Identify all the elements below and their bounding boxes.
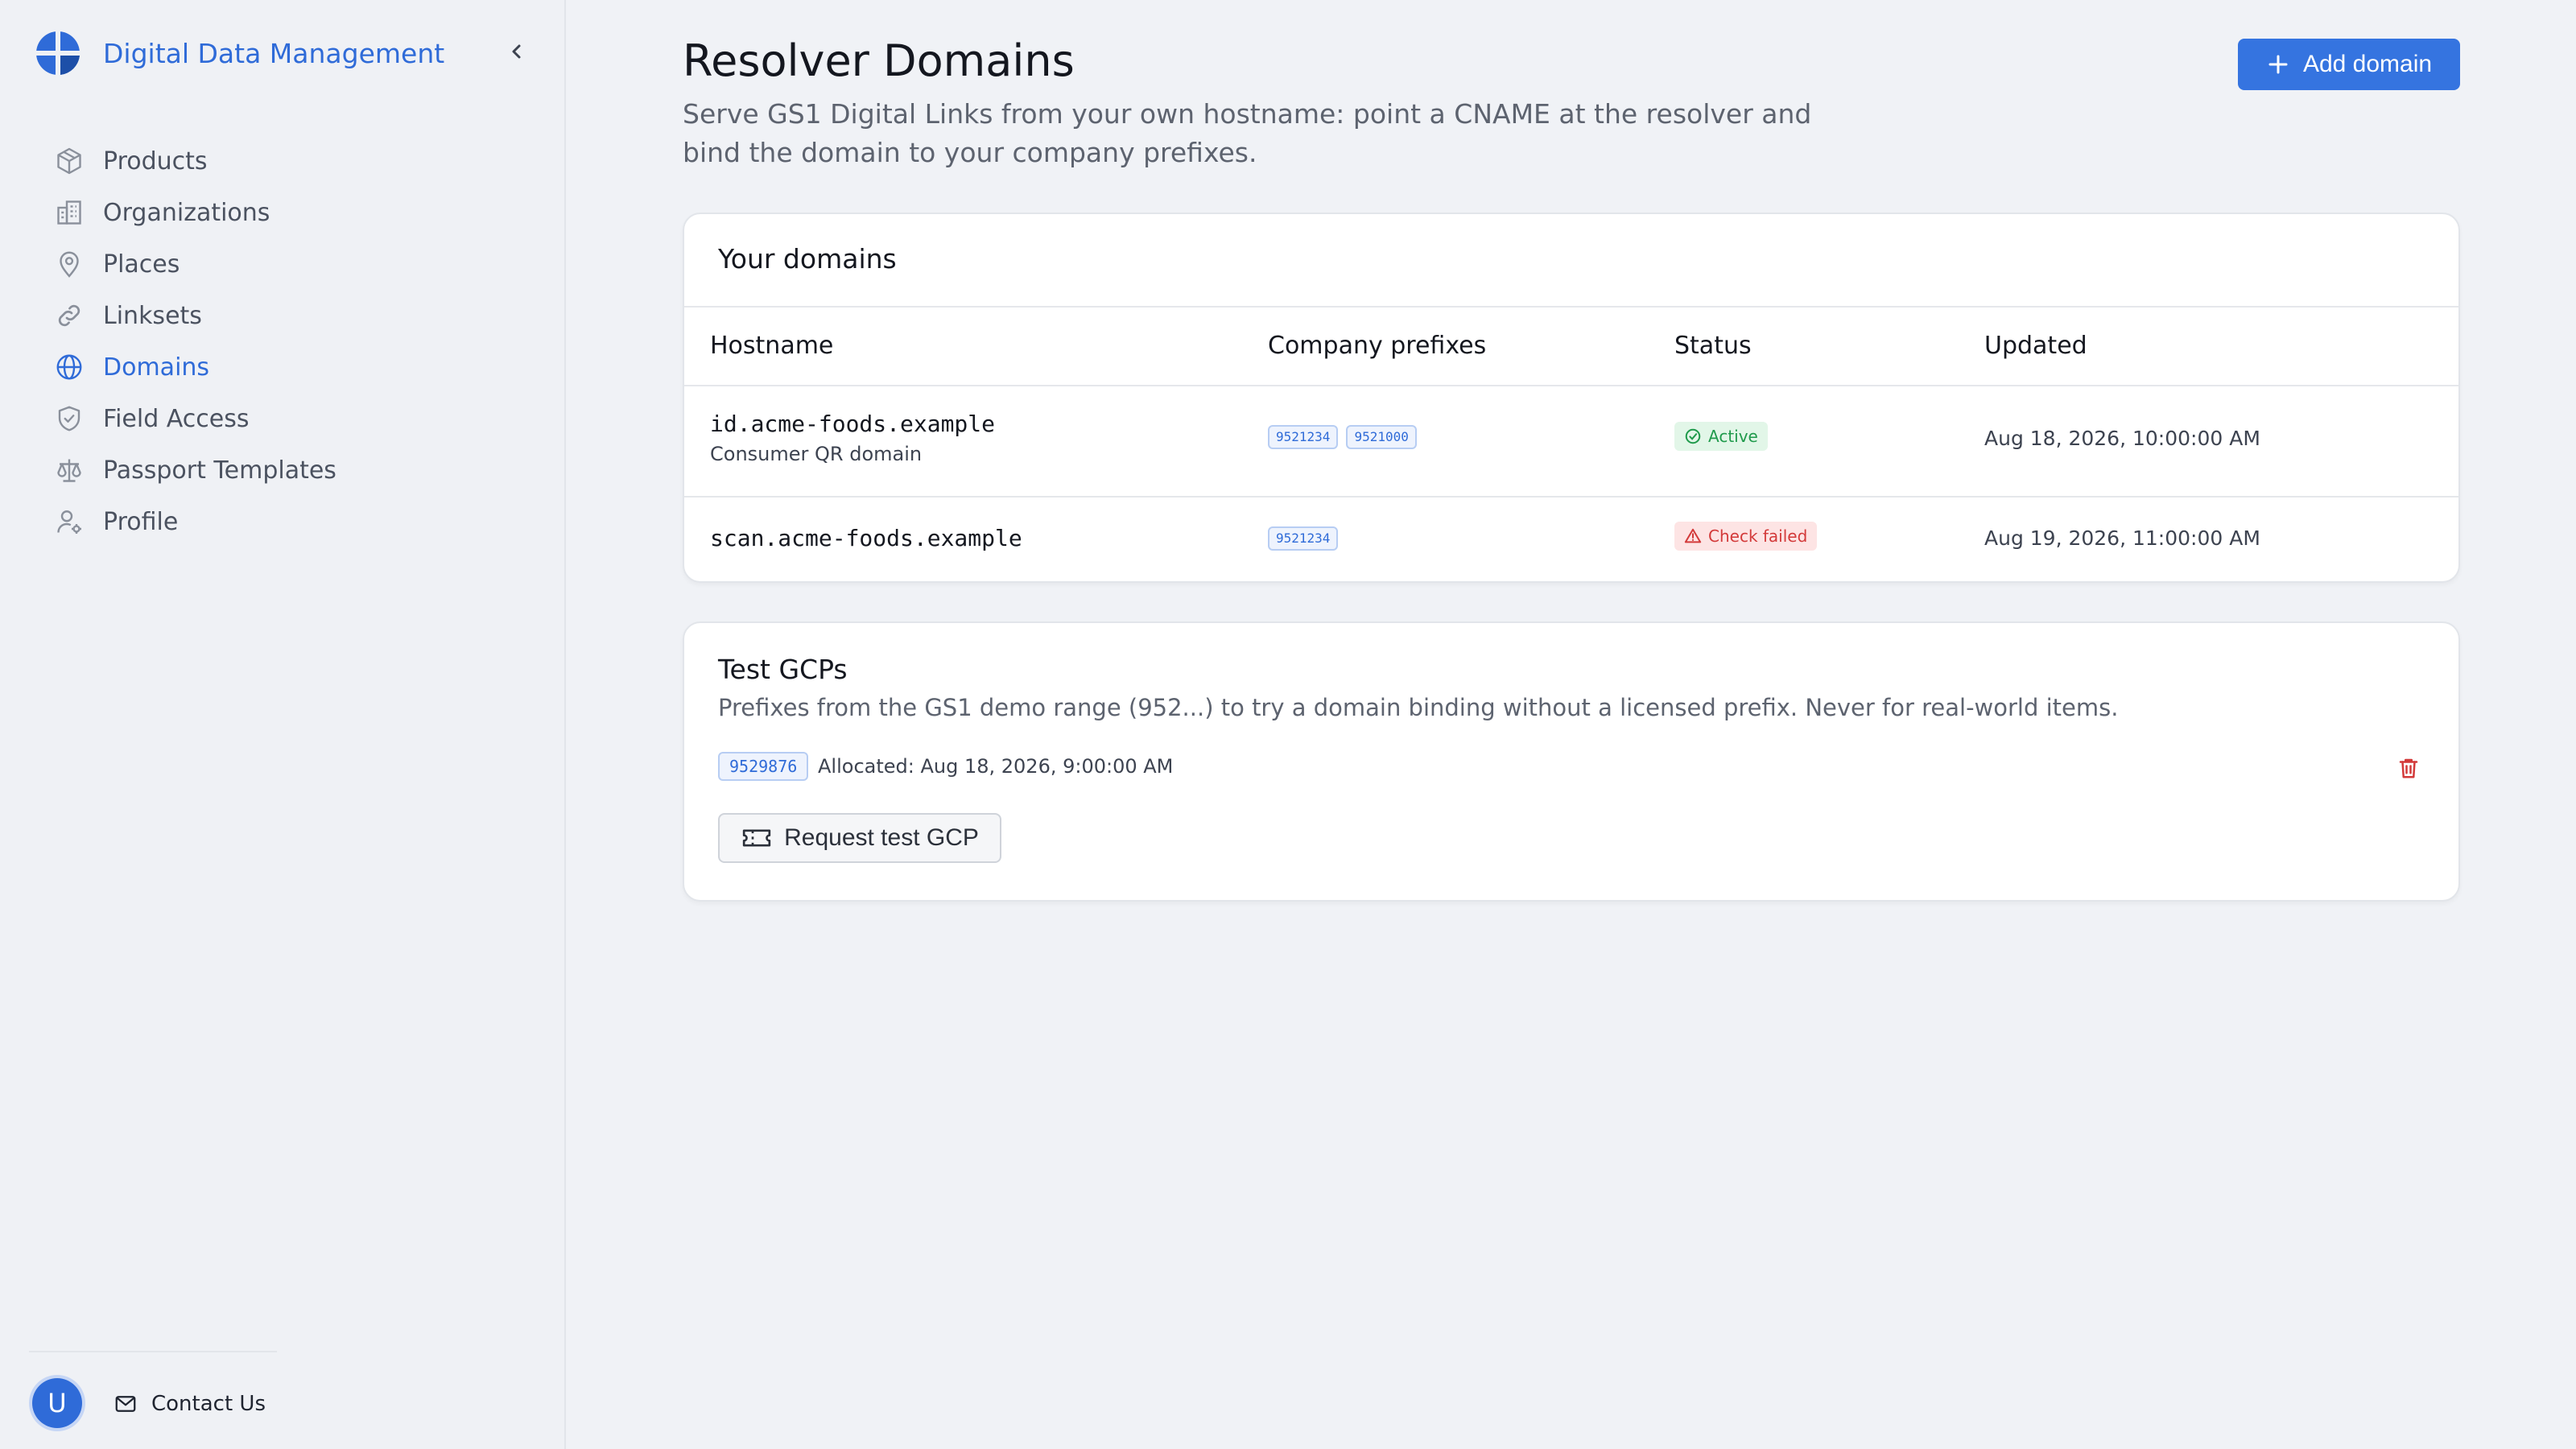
scale-icon [53, 454, 85, 486]
sidebar-item-products[interactable]: Products [53, 135, 336, 187]
sidebar-item-places[interactable]: Places [53, 238, 336, 290]
map-pin-icon [53, 248, 85, 280]
sidebar-item-passport-templates[interactable]: Passport Templates [53, 444, 336, 496]
status-cell: Active [1674, 422, 1768, 451]
column-header-updated: Updated [1984, 332, 2087, 360]
sidebar-item-field-access[interactable]: Field Access [53, 393, 336, 444]
prefixes-cell: 9521234 9521000 [1268, 425, 1425, 449]
sidebar-item-label: Organizations [103, 198, 270, 227]
column-header-hostname: Hostname [710, 332, 834, 360]
column-header-company-prefixes: Company prefixes [1268, 332, 1487, 360]
prefix-chip: 9521000 [1346, 425, 1417, 449]
trash-icon [2399, 758, 2418, 778]
hostname-cell: id.acme-foods.example [710, 411, 996, 437]
domains-card: Your domains Hostname Company prefixes S… [683, 213, 2460, 583]
ticket-icon [741, 822, 773, 854]
sidebar-item-linksets[interactable]: Linksets [53, 290, 336, 341]
status-label: Active [1708, 427, 1758, 446]
sidebar-divider [29, 1351, 277, 1352]
prefix-chip: 9521234 [1268, 526, 1339, 551]
mail-icon [111, 1389, 140, 1418]
sidebar-item-label: Domains [103, 353, 210, 382]
gcp-chip: 9529876 [718, 752, 809, 781]
test-gcps-title: Test GCPs [718, 654, 848, 685]
row-divider [684, 496, 2458, 497]
avatar[interactable]: U [32, 1378, 82, 1428]
sidebar-item-profile[interactable]: Profile [53, 496, 336, 547]
collapse-sidebar-button[interactable] [501, 35, 533, 68]
sidebar-item-label: Products [103, 147, 208, 175]
sidebar-item-label: Profile [103, 507, 179, 536]
check-circle-icon [1685, 428, 1701, 444]
prefix-chip: 9521234 [1268, 425, 1339, 449]
page-description: Serve GS1 Digital Links from your own ho… [683, 98, 1812, 168]
sidebar-item-domains[interactable]: Domains [53, 341, 336, 393]
brand[interactable]: Digital Data Management [35, 31, 444, 76]
allocated-date: Allocated: Aug 18, 2026, 9:00:00 AM [818, 755, 1174, 778]
app-name: Digital Data Management [103, 37, 445, 69]
contact-us-link[interactable]: Contact Us [111, 1388, 266, 1420]
status-label: Check failed [1708, 526, 1808, 546]
app-logo-icon [36, 31, 80, 75]
prefixes-cell: 9521234 [1268, 526, 1346, 551]
user-gear-icon [53, 506, 85, 538]
chevron-left-icon [512, 44, 521, 59]
page-title: Resolver Domains [683, 35, 1075, 86]
add-domain-button[interactable]: Add domain [2238, 39, 2460, 90]
updated-cell: Aug 19, 2026, 11:00:00 AM [1984, 526, 2260, 550]
sidebar-item-label: Field Access [103, 404, 250, 433]
request-test-gcp-label: Request test GCP [784, 824, 979, 851]
updated-cell: Aug 18, 2026, 10:00:00 AM [1984, 427, 2260, 450]
hostname-cell: scan.acme-foods.example [710, 525, 1022, 551]
sidebar-item-label: Places [103, 250, 180, 279]
domains-card-title: Your domains [718, 243, 897, 275]
globe-icon [53, 351, 85, 383]
status-badge: Check failed [1674, 522, 1818, 551]
add-domain-label: Add domain [2302, 51, 2433, 77]
sidebar-nav: Products Organizations Places Linksets D… [53, 135, 336, 547]
plus-icon [2266, 52, 2290, 76]
test-gcps-card: Test GCPs Prefixes from the GS1 demo ran… [683, 621, 2460, 902]
sidebar-item-label: Passport Templates [103, 456, 336, 485]
status-badge: Active [1674, 422, 1768, 451]
building-icon [53, 196, 85, 229]
sidebar: Digital Data Management Products Organiz… [0, 0, 566, 1449]
table-header-divider [684, 385, 2458, 386]
status-cell: Check failed [1674, 522, 1818, 551]
sidebar-item-label: Linksets [103, 301, 202, 330]
request-test-gcp-button[interactable]: Request test GCP [718, 813, 1001, 863]
delete-gcp-button[interactable] [2392, 752, 2425, 784]
card-divider [684, 306, 2458, 308]
shield-icon [53, 402, 85, 435]
hostname-note: Consumer QR domain [710, 443, 923, 465]
sidebar-item-organizations[interactable]: Organizations [53, 187, 336, 238]
box-icon [53, 145, 85, 177]
column-header-status: Status [1674, 332, 1752, 360]
warning-triangle-icon [1684, 528, 1702, 543]
test-gcps-description: Prefixes from the GS1 demo range (952...… [718, 694, 2119, 721]
contact-us-label: Contact Us [151, 1392, 266, 1416]
link-icon [53, 299, 85, 332]
